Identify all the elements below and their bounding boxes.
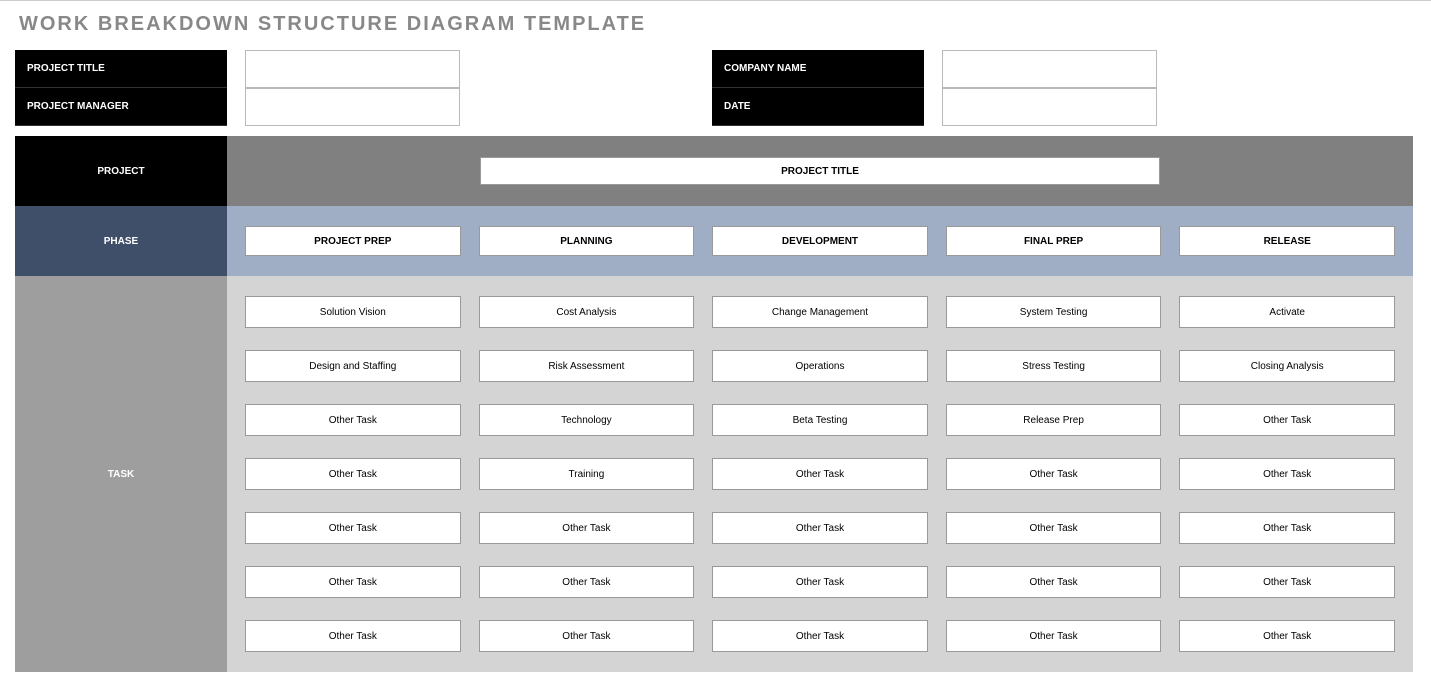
phase-box[interactable]: PLANNING xyxy=(479,226,695,256)
task-box[interactable]: Other Task xyxy=(479,620,695,652)
task-box[interactable]: Solution Vision xyxy=(245,296,461,328)
header-left-column: PROJECT TITLE PROJECT MANAGER xyxy=(15,50,460,126)
phase-sidebar-label: PHASE xyxy=(15,206,227,276)
task-box[interactable]: Other Task xyxy=(479,566,695,598)
header-right-column: COMPANY NAME DATE xyxy=(712,50,1157,126)
task-body: Solution Vision Cost Analysis Change Man… xyxy=(227,276,1413,672)
task-box[interactable]: Other Task xyxy=(479,512,695,544)
company-name-input[interactable] xyxy=(942,50,1157,88)
task-box[interactable]: Closing Analysis xyxy=(1179,350,1395,382)
task-box[interactable]: Design and Staffing xyxy=(245,350,461,382)
date-label: DATE xyxy=(712,88,924,126)
task-box[interactable]: Technology xyxy=(479,404,695,436)
task-sidebar-label: TASK xyxy=(15,276,227,672)
task-box[interactable]: Operations xyxy=(712,350,928,382)
project-sidebar-label: PROJECT xyxy=(15,136,227,206)
task-box[interactable]: Other Task xyxy=(245,620,461,652)
task-box[interactable]: Release Prep xyxy=(946,404,1162,436)
task-box[interactable]: Stress Testing xyxy=(946,350,1162,382)
phase-body: PROJECT PREP PLANNING DEVELOPMENT FINAL … xyxy=(227,206,1413,276)
task-box[interactable]: Change Management xyxy=(712,296,928,328)
document-title: WORK BREAKDOWN STRUCTURE DIAGRAM TEMPLAT… xyxy=(19,13,1416,36)
phase-box[interactable]: FINAL PREP xyxy=(946,226,1162,256)
wbs-project-row: PROJECT PROJECT TITLE xyxy=(15,136,1413,206)
task-box[interactable]: Other Task xyxy=(1179,566,1395,598)
task-box[interactable]: Risk Assessment xyxy=(479,350,695,382)
task-box[interactable]: Other Task xyxy=(946,512,1162,544)
task-box[interactable]: Other Task xyxy=(946,458,1162,490)
task-box[interactable]: Beta Testing xyxy=(712,404,928,436)
task-box[interactable]: Other Task xyxy=(245,512,461,544)
task-box[interactable]: Other Task xyxy=(946,566,1162,598)
wbs-phase-row: PHASE PROJECT PREP PLANNING DEVELOPMENT … xyxy=(15,206,1413,276)
project-manager-label: PROJECT MANAGER xyxy=(15,88,227,126)
task-box[interactable]: Other Task xyxy=(1179,458,1395,490)
task-box[interactable]: Training xyxy=(479,458,695,490)
task-box[interactable]: Activate xyxy=(1179,296,1395,328)
phase-box[interactable]: DEVELOPMENT xyxy=(712,226,928,256)
phase-box[interactable]: RELEASE xyxy=(1179,226,1395,256)
phase-grid: PROJECT PREP PLANNING DEVELOPMENT FINAL … xyxy=(245,226,1395,256)
company-name-label: COMPANY NAME xyxy=(712,50,924,88)
task-box[interactable]: Other Task xyxy=(712,512,928,544)
project-title-label: PROJECT TITLE xyxy=(15,50,227,88)
phase-box[interactable]: PROJECT PREP xyxy=(245,226,461,256)
task-box[interactable]: Other Task xyxy=(245,458,461,490)
task-box[interactable]: Other Task xyxy=(1179,512,1395,544)
page: WORK BREAKDOWN STRUCTURE DIAGRAM TEMPLAT… xyxy=(0,0,1431,687)
project-manager-input[interactable] xyxy=(245,88,460,126)
task-box[interactable]: Other Task xyxy=(245,566,461,598)
task-box[interactable]: Other Task xyxy=(712,620,928,652)
task-box[interactable]: Cost Analysis xyxy=(479,296,695,328)
project-title-input[interactable] xyxy=(245,50,460,88)
wbs-task-row: TASK Solution Vision Cost Analysis Chang… xyxy=(15,276,1413,672)
header-fields: PROJECT TITLE PROJECT MANAGER COMPANY NA… xyxy=(15,50,1416,126)
task-box[interactable]: Other Task xyxy=(1179,620,1395,652)
task-box[interactable]: Other Task xyxy=(245,404,461,436)
task-box[interactable]: Other Task xyxy=(946,620,1162,652)
task-box[interactable]: Other Task xyxy=(712,458,928,490)
task-box[interactable]: Other Task xyxy=(1179,404,1395,436)
task-box[interactable]: System Testing xyxy=(946,296,1162,328)
wbs-diagram: PROJECT PROJECT TITLE PHASE PROJECT PREP… xyxy=(15,136,1413,672)
project-title-box[interactable]: PROJECT TITLE xyxy=(480,157,1160,185)
task-grid: Solution Vision Cost Analysis Change Man… xyxy=(245,296,1395,652)
date-input[interactable] xyxy=(942,88,1157,126)
task-box[interactable]: Other Task xyxy=(712,566,928,598)
project-body: PROJECT TITLE xyxy=(227,136,1413,206)
